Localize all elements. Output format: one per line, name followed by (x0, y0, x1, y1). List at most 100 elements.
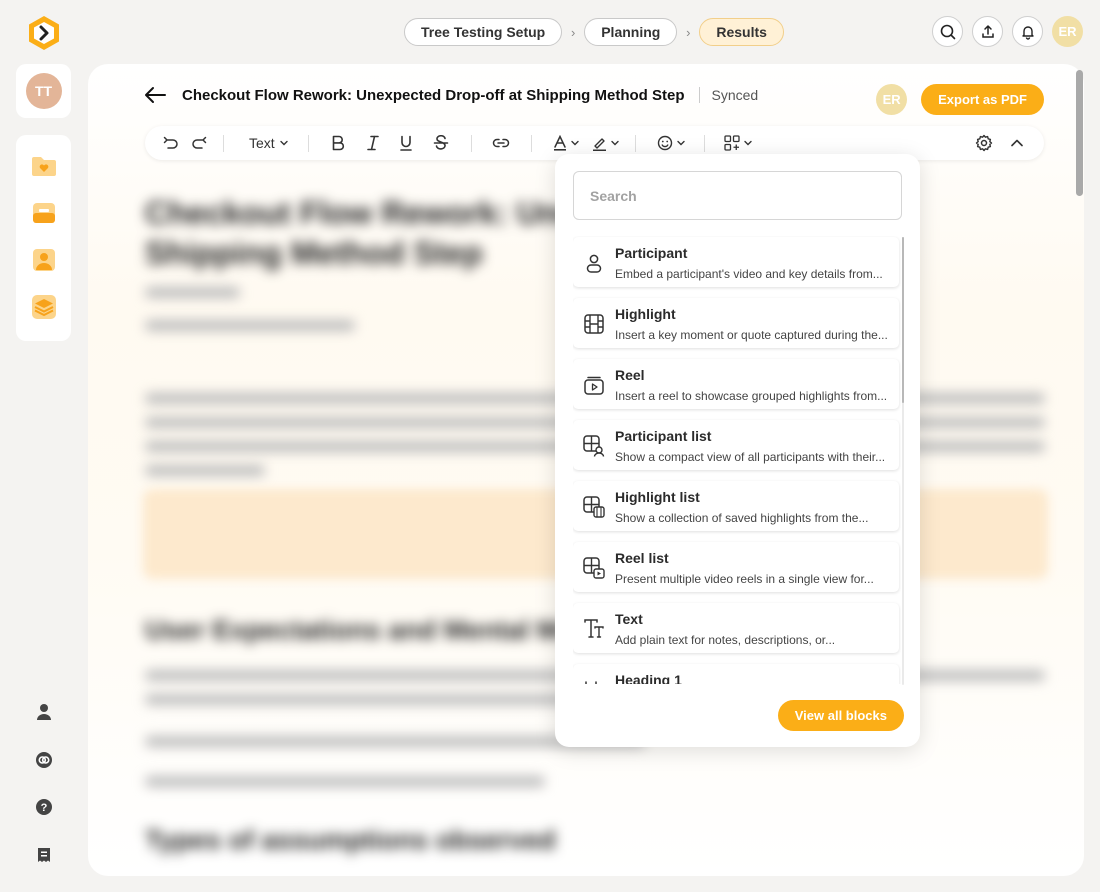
block-item-description: Add plain text for notes, descriptions, … (615, 633, 836, 647)
crumb-results[interactable]: Results (699, 18, 784, 46)
redo-icon (192, 136, 207, 149)
section-heading: Types of assumptions observed (145, 825, 556, 855)
link-icon (492, 138, 510, 148)
reel-icon (584, 376, 604, 395)
settings-button[interactable] (975, 126, 993, 160)
toolbar-divider (223, 135, 224, 152)
layers-icon (31, 295, 56, 319)
redo-button[interactable] (192, 126, 207, 160)
person-card-icon (32, 249, 55, 271)
inbox-icon (32, 203, 55, 223)
sidebar-nav (16, 135, 71, 341)
participant-list-icon (583, 435, 605, 457)
block-item-title: Text (615, 611, 643, 627)
blurred-meta (145, 287, 240, 298)
back-arrow-icon[interactable] (144, 86, 166, 104)
block-item-title: Reel (615, 367, 645, 383)
block-item-participant-list[interactable]: Participant list Show a compact view of … (573, 420, 899, 470)
text-icon (584, 619, 604, 638)
search-button[interactable] (932, 16, 963, 47)
sidebar-item-inbox[interactable] (29, 198, 59, 228)
block-list-scroll-thumb[interactable] (902, 237, 904, 403)
export-pdf-button[interactable]: Export as PDF (921, 84, 1044, 115)
upload-icon (981, 24, 994, 38)
underline-icon (400, 135, 412, 151)
add-block-icon (724, 135, 740, 151)
notifications-button[interactable] (1012, 16, 1043, 47)
strikethrough-icon (433, 135, 449, 150)
block-picker-menu: Participant Embed a participant's video … (555, 154, 920, 747)
block-item-title: Reel list (615, 550, 669, 566)
sidebar-changelog[interactable] (29, 840, 59, 870)
block-item-title: Participant (615, 245, 688, 261)
sidebar-item-participants[interactable] (29, 245, 59, 275)
blurred-paragraph (145, 465, 265, 476)
crumb-planning[interactable]: Planning (584, 18, 678, 46)
notes-icon (38, 847, 50, 862)
sidebar-item-library[interactable] (29, 292, 59, 322)
link-button[interactable] (492, 126, 510, 160)
sidebar-integrations[interactable] (29, 745, 59, 775)
block-item-highlight-list[interactable]: Highlight list Show a collection of save… (573, 481, 899, 531)
toolbar-divider (471, 135, 472, 152)
sidebar-help[interactable]: ? (29, 792, 59, 822)
gear-icon (975, 134, 993, 152)
film-icon (584, 314, 604, 334)
user-icon (37, 704, 51, 720)
highlighter-icon (593, 137, 606, 151)
search-icon (940, 24, 955, 39)
heading-icon (585, 681, 597, 684)
breadcrumb: Tree Testing Setup › Planning › Results (404, 18, 784, 46)
block-item-description: Insert a key moment or quote captured du… (615, 328, 888, 342)
block-item-highlight[interactable]: Highlight Insert a key moment or quote c… (573, 298, 899, 348)
reel-list-icon (583, 557, 605, 579)
block-item-description: Insert a reel to showcase grouped highli… (615, 389, 888, 403)
document-actions: ER Export as PDF (876, 84, 1044, 115)
undo-button[interactable] (163, 126, 178, 160)
bold-button[interactable] (331, 126, 345, 160)
blurred-meta (145, 320, 355, 331)
text-style-select[interactable]: Text (249, 126, 289, 160)
block-item-description: Show a collection of saved highlights fr… (615, 511, 869, 525)
chevron-down-icon (279, 140, 288, 146)
block-search-input[interactable] (573, 171, 902, 220)
chevron-up-icon (1011, 139, 1023, 147)
block-item-description: Show a compact view of all participants … (615, 450, 886, 464)
svg-text:?: ? (41, 802, 48, 814)
toolbar-divider (308, 135, 309, 152)
toolbar-divider (635, 135, 636, 152)
block-item-description: Present multiple video reels in a single… (615, 572, 874, 586)
block-item-title: Highlight list (615, 489, 700, 505)
emoji-icon (657, 135, 673, 151)
block-item-reel[interactable]: Reel Insert a reel to showcase grouped h… (573, 359, 899, 409)
block-item-text[interactable]: Text Add plain text for notes, descripti… (573, 603, 899, 653)
user-avatar[interactable]: ER (1052, 16, 1083, 47)
chevron-down-icon (744, 140, 752, 146)
block-item-heading-1[interactable]: Heading 1 (573, 664, 899, 684)
italic-button[interactable] (366, 126, 380, 160)
sidebar-item-projects[interactable] (29, 151, 59, 181)
block-item-reel-list[interactable]: Reel list Present multiple video reels i… (573, 542, 899, 592)
block-item-participant[interactable]: Participant Embed a participant's video … (573, 237, 899, 287)
view-all-blocks-button[interactable]: View all blocks (777, 700, 904, 731)
text-color-icon (554, 135, 566, 151)
collapse-toolbar-button[interactable] (1010, 126, 1024, 160)
sidebar-account[interactable] (29, 697, 59, 727)
collaborator-avatar[interactable]: ER (876, 84, 908, 115)
bold-icon (332, 135, 345, 151)
page-scrollbar[interactable] (1076, 70, 1083, 196)
block-item-title: Highlight (615, 306, 676, 322)
upload-button[interactable] (972, 16, 1003, 47)
underline-button[interactable] (399, 126, 413, 160)
chevron-down-icon (677, 140, 685, 146)
crumb-tree-testing-setup[interactable]: Tree Testing Setup (404, 18, 563, 46)
help-icon: ? (36, 799, 52, 815)
block-list: Participant Embed a participant's video … (573, 236, 901, 684)
strikethrough-button[interactable] (433, 126, 449, 160)
chevron-right-icon: › (686, 24, 691, 40)
app-logo[interactable] (25, 14, 63, 52)
workspace-avatar[interactable]: TT (25, 73, 62, 109)
undo-icon (163, 136, 178, 149)
text-style-label: Text (249, 135, 275, 151)
chevron-right-icon: › (571, 24, 576, 40)
